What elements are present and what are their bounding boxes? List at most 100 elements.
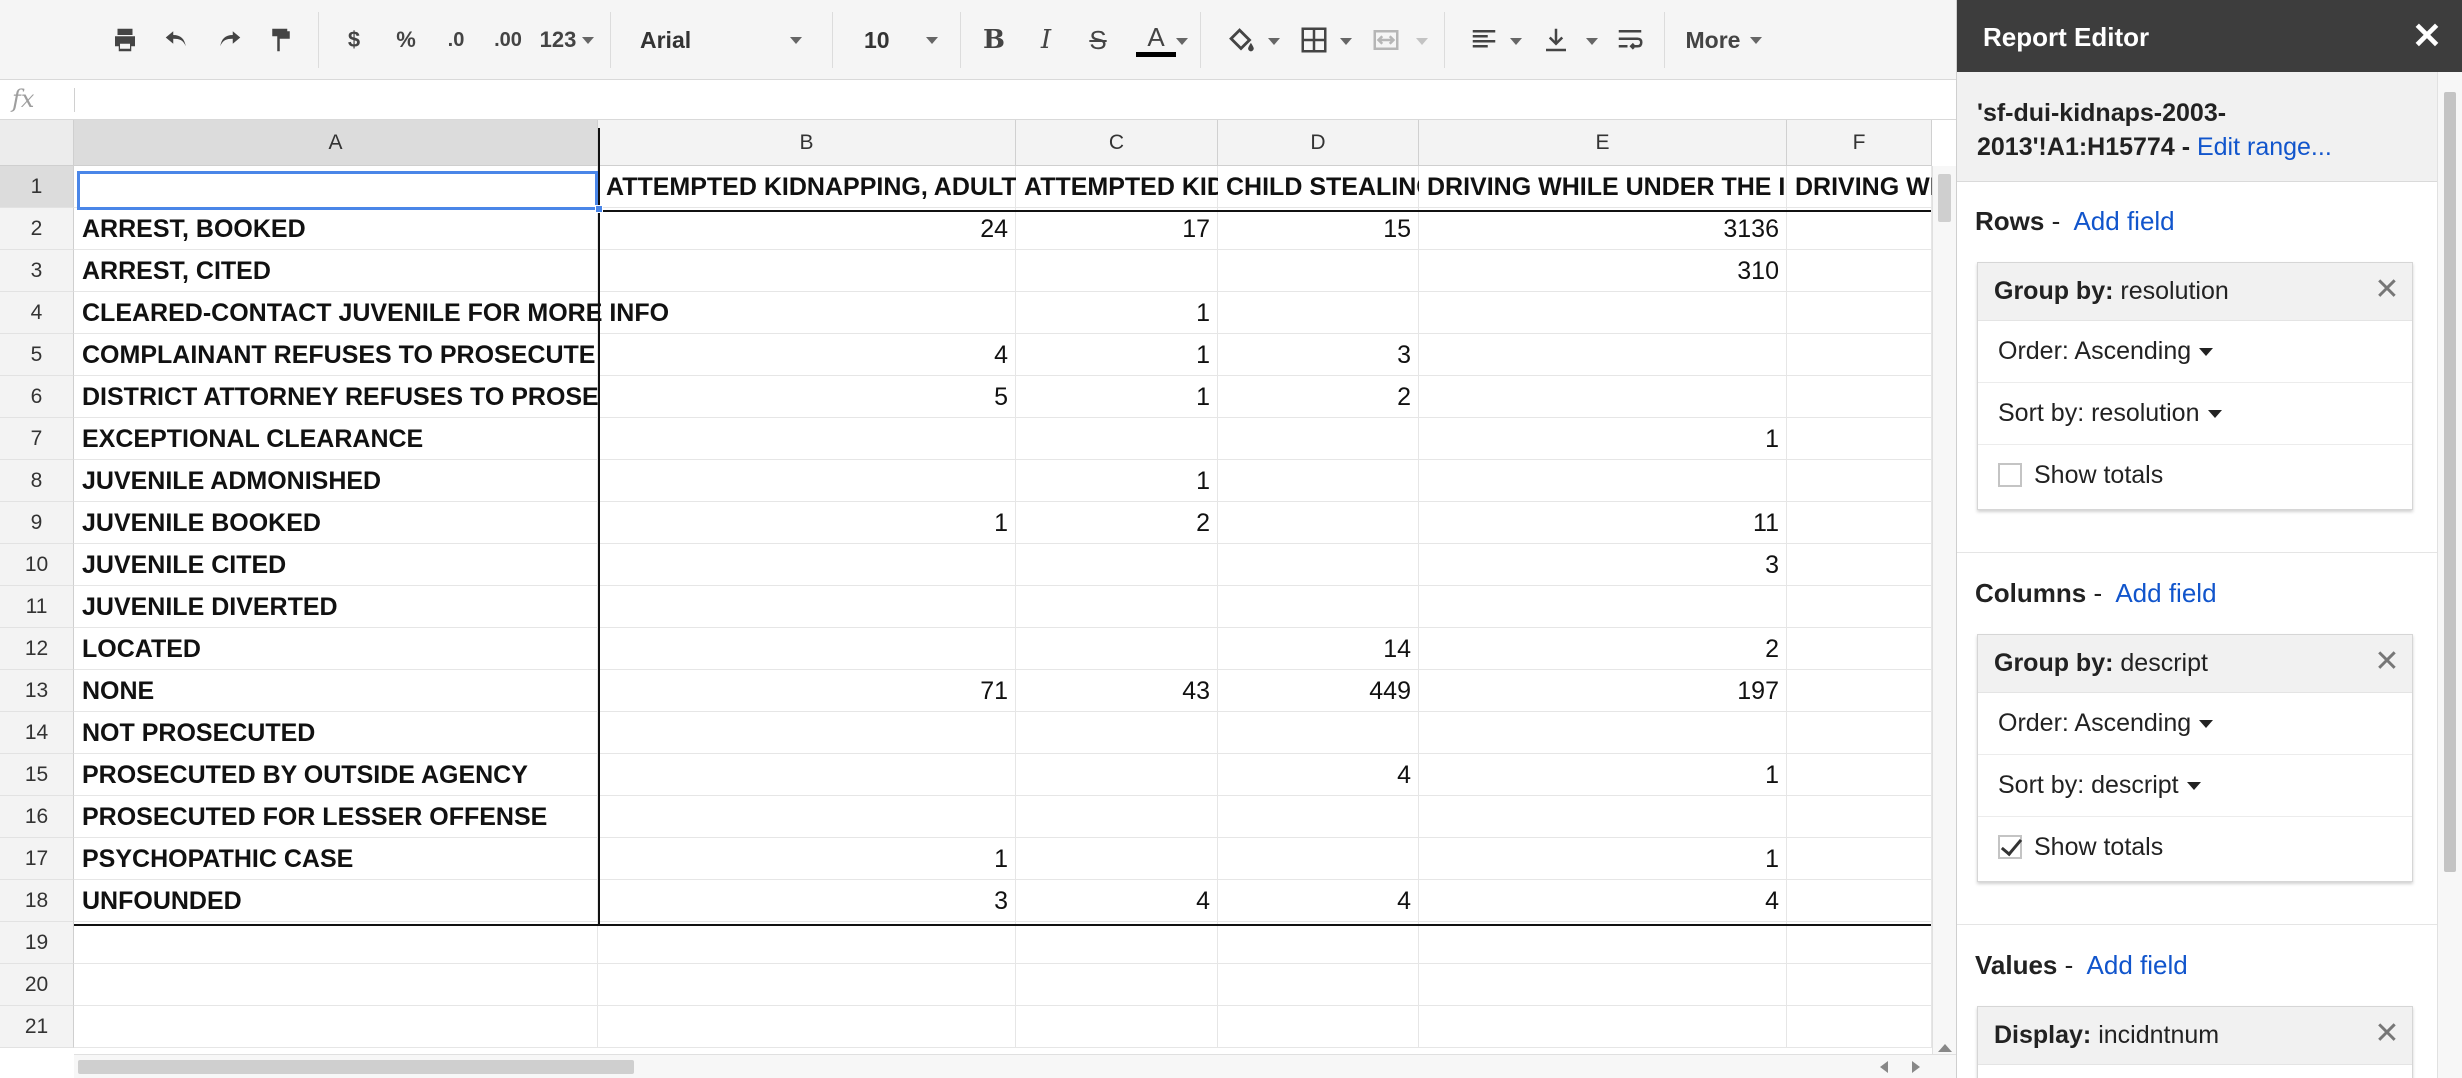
pivot-value-cell[interactable] — [598, 628, 1016, 670]
pivot-value-cell[interactable] — [1218, 712, 1419, 754]
pivot-value-cell[interactable] — [1419, 712, 1787, 754]
row-header-16[interactable]: 16 — [0, 796, 74, 838]
close-icon[interactable]: ✕ — [2372, 1019, 2402, 1049]
pivot-value-cell[interactable] — [1787, 460, 1932, 502]
row-header-5[interactable]: 5 — [0, 334, 74, 376]
chevron-down-icon[interactable] — [1586, 38, 1598, 45]
more-button[interactable]: More — [1676, 16, 1772, 64]
panel-scrollbar[interactable] — [2437, 72, 2462, 1078]
panel-scrollbar-thumb[interactable] — [2444, 92, 2456, 872]
pivot-value-cell[interactable] — [1218, 460, 1419, 502]
pivot-value-cell[interactable] — [1016, 796, 1218, 838]
pivot-value-cell[interactable] — [598, 712, 1016, 754]
pivot-row-label[interactable]: NONE — [74, 670, 598, 712]
percent-format-button[interactable]: % — [386, 16, 426, 64]
pivot-value-cell[interactable] — [598, 796, 1016, 838]
pivot-value-cell[interactable] — [598, 754, 1016, 796]
redo-button[interactable] — [208, 16, 250, 64]
font-size-dropdown[interactable]: 10 — [850, 16, 946, 64]
pivot-value-cell[interactable] — [1218, 544, 1419, 586]
pivot-value-cell[interactable]: 24 — [598, 208, 1016, 250]
edit-range-link[interactable]: Edit range... — [2197, 133, 2332, 161]
columns-show-totals[interactable]: Show totals — [1978, 817, 2412, 879]
pivot-value-cell[interactable]: 3 — [598, 880, 1016, 922]
pivot-value-cell[interactable] — [1218, 838, 1419, 880]
pivot-column-header[interactable]: DRIVING WHILE UNDER THE INFLUENCE OF DRU… — [1787, 166, 1932, 208]
row-header-17[interactable]: 17 — [0, 838, 74, 880]
pivot-value-cell[interactable] — [1419, 460, 1787, 502]
pivot-value-cell[interactable]: 3 — [1218, 334, 1419, 376]
row-header-18[interactable]: 18 — [0, 880, 74, 922]
pivot-value-cell[interactable]: 1 — [598, 502, 1016, 544]
increase-decimal-button[interactable]: .00 — [484, 16, 532, 64]
pivot-value-cell[interactable]: 1 — [1419, 418, 1787, 460]
column-header-c[interactable]: C — [1016, 120, 1218, 166]
pivot-value-cell[interactable]: 3 — [1419, 544, 1787, 586]
decrease-decimal-button[interactable]: .0 — [436, 16, 476, 64]
pivot-value-cell[interactable] — [598, 292, 1016, 334]
formula-input[interactable] — [84, 80, 1944, 120]
pivot-value-cell[interactable] — [1787, 250, 1932, 292]
merge-cells-button[interactable] — [1364, 16, 1408, 64]
number-format-dropdown[interactable]: 123 — [536, 16, 598, 64]
pivot-value-cell[interactable] — [1218, 292, 1419, 334]
pivot-value-cell[interactable] — [1419, 586, 1787, 628]
undo-button[interactable] — [156, 16, 198, 64]
pivot-value-cell[interactable] — [598, 544, 1016, 586]
pivot-value-cell[interactable]: 4 — [1419, 880, 1787, 922]
pivot-value-cell[interactable] — [1787, 544, 1932, 586]
pivot-value-cell[interactable] — [1016, 754, 1218, 796]
pivot-row-label[interactable]: UNFOUNDED — [74, 880, 598, 922]
row-header-8[interactable]: 8 — [0, 460, 74, 502]
column-header-d[interactable]: D — [1218, 120, 1419, 166]
pivot-value-cell[interactable]: 4 — [1218, 880, 1419, 922]
pivot-value-cell[interactable] — [598, 586, 1016, 628]
pivot-row-label[interactable]: DISTRICT ATTORNEY REFUSES TO PROSECUTE — [74, 376, 598, 418]
scroll-left-icon[interactable] — [1880, 1061, 1888, 1073]
pivot-value-cell[interactable]: 449 — [1218, 670, 1419, 712]
pivot-value-cell[interactable] — [1016, 418, 1218, 460]
pivot-row-label[interactable]: COMPLAINANT REFUSES TO PROSECUTE — [74, 334, 598, 376]
pivot-value-cell[interactable] — [1787, 838, 1932, 880]
chevron-down-icon[interactable] — [1176, 38, 1188, 45]
row-header-7[interactable]: 7 — [0, 418, 74, 460]
vertical-scrollbar-thumb[interactable] — [1938, 174, 1951, 222]
row-header-10[interactable]: 10 — [0, 544, 74, 586]
chevron-down-icon[interactable] — [1416, 38, 1428, 45]
pivot-value-cell[interactable]: 1 — [598, 838, 1016, 880]
scroll-up-icon[interactable] — [1938, 1044, 1952, 1052]
row-header-20[interactable]: 20 — [0, 964, 74, 1006]
pivot-value-cell[interactable]: 2 — [1218, 376, 1419, 418]
pivot-value-cell[interactable] — [1787, 796, 1932, 838]
pivot-value-cell[interactable]: 43 — [1016, 670, 1218, 712]
pivot-value-cell[interactable]: 3136 — [1419, 208, 1787, 250]
pivot-value-cell[interactable] — [1419, 796, 1787, 838]
rows-show-totals[interactable]: Show totals — [1978, 445, 2412, 507]
pivot-value-cell[interactable] — [1787, 670, 1932, 712]
pivot-value-cell[interactable] — [1016, 712, 1218, 754]
horizontal-scrollbar-thumb[interactable] — [78, 1060, 634, 1074]
pivot-row-label[interactable]: PSYCHOPATHIC CASE — [74, 838, 598, 880]
columns-sort-dropdown[interactable]: Sort by: descript — [1978, 755, 2412, 817]
pivot-value-cell[interactable] — [1218, 250, 1419, 292]
pivot-value-cell[interactable]: 1 — [1016, 460, 1218, 502]
chevron-down-icon[interactable] — [1340, 38, 1352, 45]
pivot-value-cell[interactable] — [1419, 334, 1787, 376]
font-family-dropdown[interactable]: Arial — [628, 16, 814, 64]
pivot-value-cell[interactable]: 310 — [1419, 250, 1787, 292]
pivot-value-cell[interactable]: 15 — [1218, 208, 1419, 250]
pivot-column-header[interactable]: ATTEMPTED KIDNAPPING, ADULT VICTIM — [598, 166, 1016, 208]
select-all-corner[interactable] — [0, 120, 74, 166]
pivot-value-cell[interactable] — [1787, 586, 1932, 628]
fill-color-button[interactable] — [1216, 16, 1266, 64]
pivot-value-cell[interactable] — [1016, 838, 1218, 880]
pivot-value-cell[interactable] — [1016, 586, 1218, 628]
borders-button[interactable] — [1292, 16, 1336, 64]
pivot-value-cell[interactable] — [1787, 628, 1932, 670]
columns-add-field-link[interactable]: Add field — [2115, 578, 2216, 608]
pivot-value-cell[interactable] — [1787, 208, 1932, 250]
chevron-down-icon[interactable] — [1268, 38, 1280, 45]
row-header-12[interactable]: 12 — [0, 628, 74, 670]
pivot-value-cell[interactable]: 1 — [1419, 754, 1787, 796]
pivot-value-cell[interactable] — [1787, 502, 1932, 544]
